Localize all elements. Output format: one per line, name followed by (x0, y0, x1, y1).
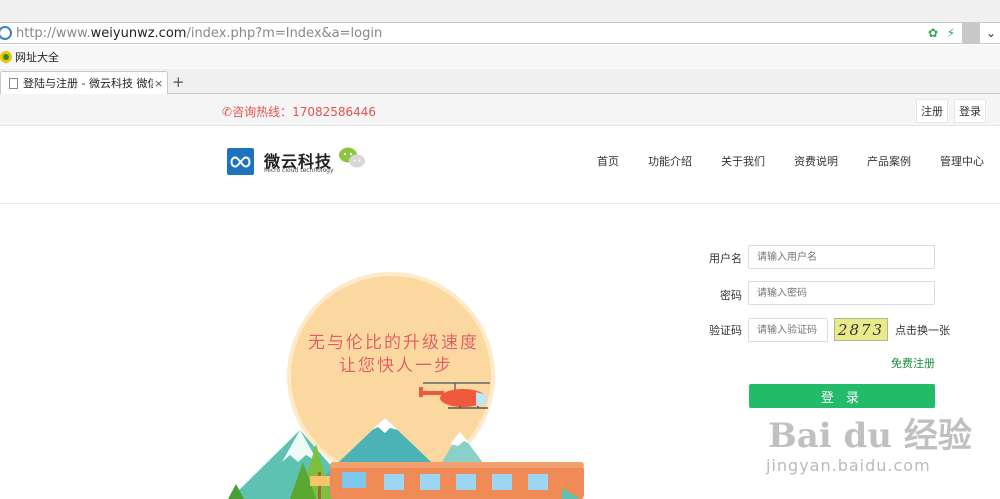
login-button[interactable]: 登 录 (749, 384, 935, 408)
watermark-url: jingyan.baidu.com (766, 456, 931, 475)
captcha-input[interactable] (748, 318, 828, 342)
free-register-link[interactable]: 免费注册 (891, 355, 935, 371)
username-input[interactable] (748, 245, 935, 269)
watermark-logo: Bai du 经验 (768, 416, 972, 456)
captcha-label: 验证码 (709, 324, 742, 337)
username-label: 用户名 (709, 252, 742, 265)
refresh-captcha-link[interactable]: 点击换一张 (895, 322, 950, 338)
helicopter-icon (419, 382, 490, 409)
password-input[interactable] (748, 281, 935, 305)
captcha-image[interactable]: 2873 (834, 318, 888, 341)
password-label: 密码 (720, 289, 742, 302)
